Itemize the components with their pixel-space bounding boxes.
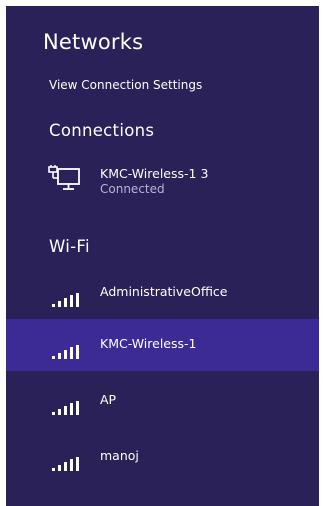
wifi-signal-icon [52,457,79,471]
wifi-network-item-selected[interactable]: KMC-Wireless-1 [6,319,319,371]
connection-status: Connected [100,182,165,196]
wifi-network-name: manoj [100,448,139,463]
view-connection-settings-link[interactable]: View Connection Settings [49,78,202,92]
wifi-signal-icon [52,401,79,415]
wifi-network-item[interactable]: manoj [6,431,319,483]
wifi-network-name: AP [100,392,117,407]
wifi-network-item[interactable]: AdministrativeOffice [6,267,319,319]
connections-heading: Connections [49,121,155,140]
connection-item[interactable]: KMC-Wireless-1 3 Connected [6,158,319,204]
wired-network-icon [48,165,80,190]
wifi-signal-icon [52,345,79,359]
wifi-network-item[interactable]: AP [6,375,319,427]
wifi-signal-icon [52,293,79,307]
networks-panel: Networks View Connection Settings Connec… [6,6,319,506]
wifi-network-name: KMC-Wireless-1 [100,336,197,351]
wifi-network-name: AdministrativeOffice [100,284,228,299]
panel-title: Networks [43,30,144,54]
wifi-heading: Wi-Fi [49,237,90,256]
connection-name: KMC-Wireless-1 3 [100,166,209,181]
